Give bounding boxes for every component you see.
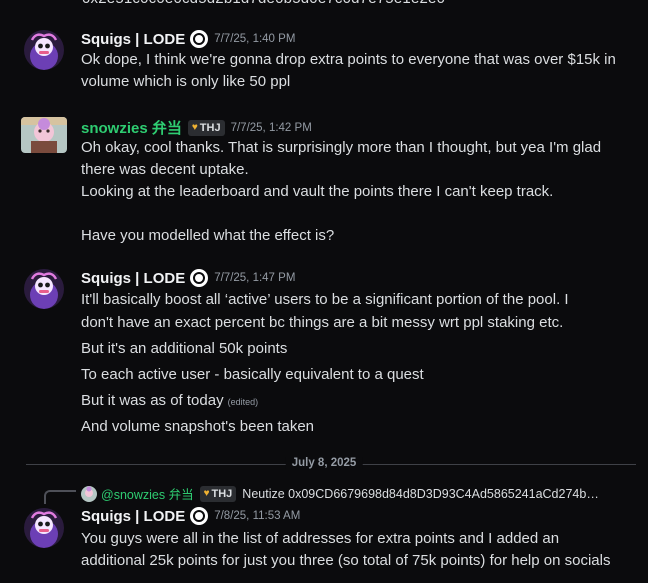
reply-snippet[interactable]: Neutize 0x09CD6679698d84d8D3D93C4Ad58652…	[242, 487, 599, 501]
message-text: And volume snapshot's been taken	[81, 418, 315, 435]
author-name[interactable]: Squigs | LODE	[81, 270, 185, 287]
message-text: To each active user - basically equivale…	[81, 366, 424, 383]
reply-connector	[44, 490, 76, 504]
reply-reference[interactable]: @snowzies 弁当 ♥ THJ Neutize 0x09CD6679698d…	[81, 484, 599, 503]
message-header: Squigs | LODE 7/7/25, 1:47 PM	[81, 269, 295, 287]
author-name[interactable]: snowzies 弁当	[81, 117, 182, 138]
avatar-squigs[interactable]	[24, 508, 64, 548]
author-name[interactable]: Squigs | LODE	[81, 508, 185, 525]
message-header: Squigs | LODE 7/7/25, 1:40 PM	[81, 30, 295, 48]
timestamp: 7/7/25, 1:47 PM	[214, 272, 296, 284]
message-text-body: But it was as of today	[81, 392, 224, 409]
date-divider-label: July 8, 2025	[285, 457, 363, 469]
message-text: It'll basically boost all ‘active’ users…	[81, 291, 569, 308]
verified-icon	[190, 269, 209, 287]
message-text: Ok dope, I think we're gonna drop extra …	[81, 51, 616, 68]
message-header: snowzies 弁当 ♥ THJ 7/7/25, 1:42 PM	[81, 117, 312, 138]
timestamp: 7/8/25, 11:53 AM	[214, 510, 301, 522]
message-text: there was decent uptake.	[81, 161, 249, 178]
timestamp: 7/7/25, 1:42 PM	[230, 121, 312, 134]
message-text: additional 25k points for just you three…	[81, 552, 611, 569]
message-text: Oh okay, cool thanks. That is surprising…	[81, 139, 602, 156]
timestamp: 7/7/25, 1:40 PM	[214, 33, 296, 45]
message-text: Looking at the leaderboard and vault the…	[81, 183, 554, 200]
message-text: volume which is only like 50 ppl	[81, 73, 291, 90]
message-text: You guys were all in the list of address…	[81, 530, 560, 547]
message-text: But it was as of today (edited)	[81, 391, 258, 412]
avatar-squigs[interactable]	[24, 30, 64, 70]
avatar-snowzies[interactable]	[21, 117, 67, 153]
verified-icon	[190, 507, 209, 525]
message-header: Squigs | LODE 7/8/25, 11:53 AM	[81, 507, 300, 525]
verified-icon	[190, 30, 209, 48]
guild-tag[interactable]: ♥ THJ	[187, 119, 225, 136]
heart-icon: ♥	[191, 122, 198, 133]
edited-label: (edited)	[227, 397, 259, 407]
heart-icon: ♥	[203, 488, 210, 499]
reply-avatar	[81, 485, 97, 502]
guild-tag[interactable]: ♥ THJ	[199, 485, 237, 502]
author-name[interactable]: Squigs | LODE	[81, 31, 185, 48]
avatar-squigs[interactable]	[24, 269, 64, 309]
reply-mention[interactable]: @snowzies 弁当	[101, 484, 194, 503]
message-text: don't have an exact percent bc things ar…	[81, 314, 564, 331]
message-text: But it's an additional 50k points	[81, 340, 288, 357]
truncated-previous-line: 0x2e51c0c0e0cd5d2b1d7de0b5d0e7c0d7e75e1e…	[82, 0, 445, 7]
message-text: Have you modelled what the effect is?	[81, 227, 335, 244]
